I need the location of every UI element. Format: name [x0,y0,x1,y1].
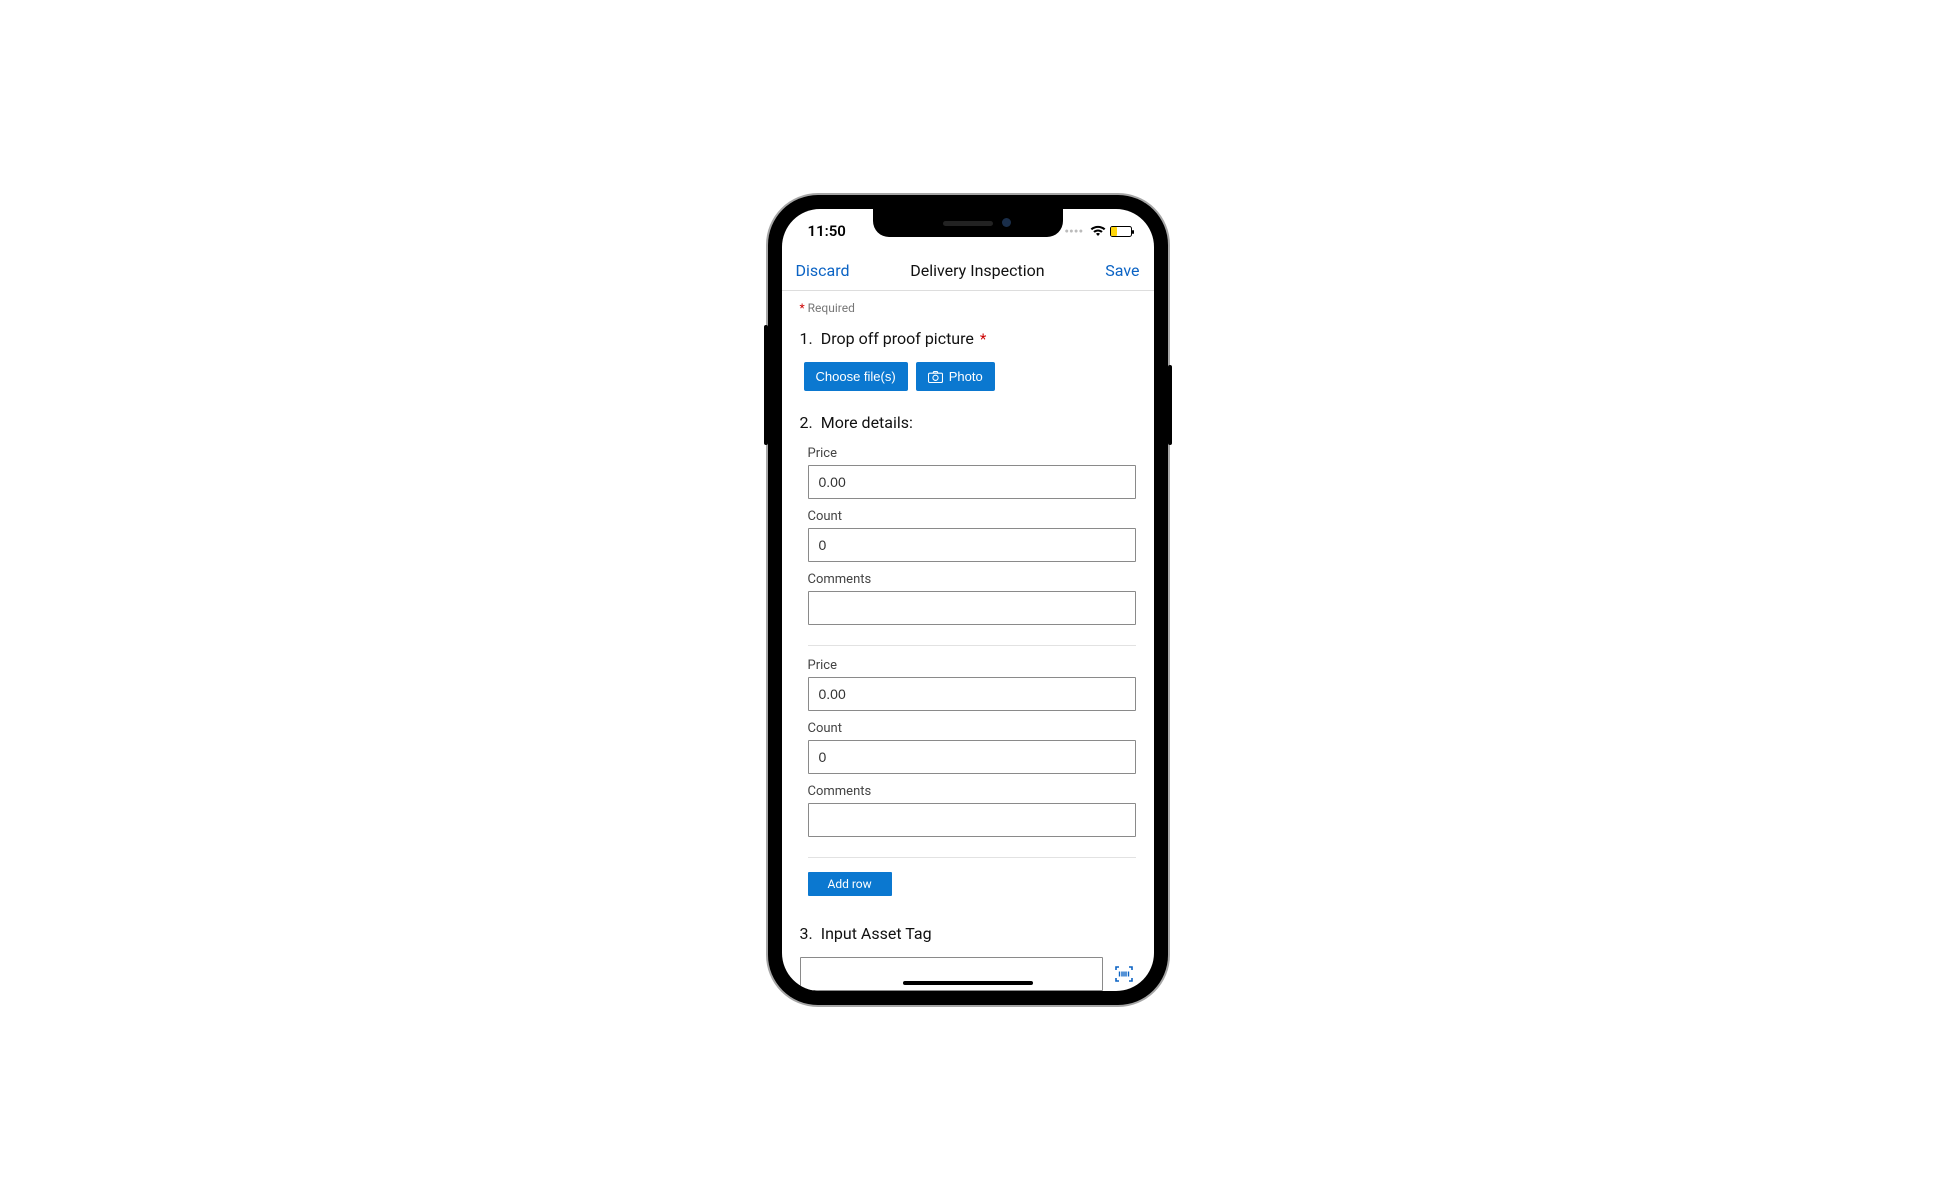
cellular-dots-icon: ●●●● [1065,227,1084,235]
choose-files-button[interactable]: Choose file(s) [804,362,908,391]
page-title: Delivery Inspection [910,261,1044,280]
question-2: 2. More details: Price Count [800,413,1136,896]
comments-label: Comments [808,572,1136,587]
barcode-scan-button[interactable] [1112,962,1136,986]
save-button[interactable]: Save [1105,261,1139,280]
count-input[interactable] [808,740,1136,774]
wifi-icon [1090,225,1106,237]
front-camera [1002,218,1011,227]
details-row: Price Count Comments [808,446,1136,646]
question-2-title: 2. More details: [800,413,1136,432]
asset-tag-input[interactable] [800,957,1103,991]
question-1-title: 1. Drop off proof picture * [800,329,1136,348]
question-3-title: 3. Input Asset Tag [800,924,1136,943]
add-row-button[interactable]: Add row [808,872,892,896]
status-right: ●●●● [1065,225,1132,237]
status-time: 11:50 [808,222,846,240]
count-input[interactable] [808,528,1136,562]
count-label: Count [808,509,1136,524]
price-label: Price [808,446,1136,461]
speaker [943,221,993,226]
question-1: 1. Drop off proof picture * Choose file(… [800,329,1136,391]
phone-notch [873,209,1063,237]
nav-bar: Discard Delivery Inspection Save [782,251,1154,291]
discard-button[interactable]: Discard [796,261,850,280]
phone-screen: 11:50 ●●●● Discard Delivery Inspection S… [782,209,1154,991]
battery-icon [1110,226,1132,237]
home-indicator [903,981,1033,985]
comments-label: Comments [808,784,1136,799]
comments-input[interactable] [808,591,1136,625]
price-label: Price [808,658,1136,673]
camera-icon [928,371,943,383]
count-label: Count [808,721,1136,736]
form-content: * Required 1. Drop off proof picture * C… [782,291,1154,991]
price-input[interactable] [808,677,1136,711]
details-row: Price Count Comments [808,658,1136,858]
comments-input[interactable] [808,803,1136,837]
price-input[interactable] [808,465,1136,499]
take-photo-button[interactable]: Photo [916,362,995,391]
required-note: * Required [800,301,1136,315]
phone-frame: 11:50 ●●●● Discard Delivery Inspection S… [768,195,1168,1005]
